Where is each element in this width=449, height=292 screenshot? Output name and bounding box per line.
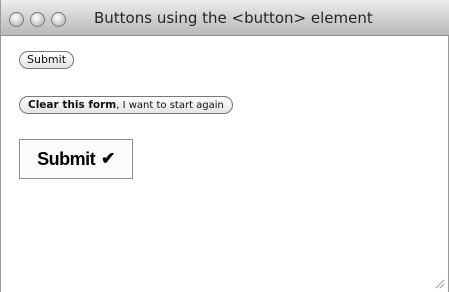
- window-title: Buttons using the <button> element: [94, 9, 373, 27]
- close-icon[interactable]: [9, 12, 24, 27]
- clear-button-label: , I want to start again: [116, 100, 224, 111]
- browser-window: Buttons using the <button> element Submi…: [0, 0, 449, 292]
- submit-check-button[interactable]: Submit ✔: [19, 139, 133, 179]
- clear-button-strong-label: Clear this form: [28, 99, 117, 111]
- minimize-icon[interactable]: [30, 12, 45, 27]
- submit-button[interactable]: Submit: [19, 51, 75, 69]
- clear-form-button[interactable]: Clear this form, I want to start again: [19, 96, 233, 114]
- zoom-icon[interactable]: [51, 12, 66, 27]
- resize-grip-icon[interactable]: [433, 277, 445, 289]
- title-bar[interactable]: Buttons using the <button> element: [1, 0, 449, 36]
- checkmark-icon: ✔: [101, 149, 115, 168]
- submit-check-label: Submit: [37, 148, 96, 169]
